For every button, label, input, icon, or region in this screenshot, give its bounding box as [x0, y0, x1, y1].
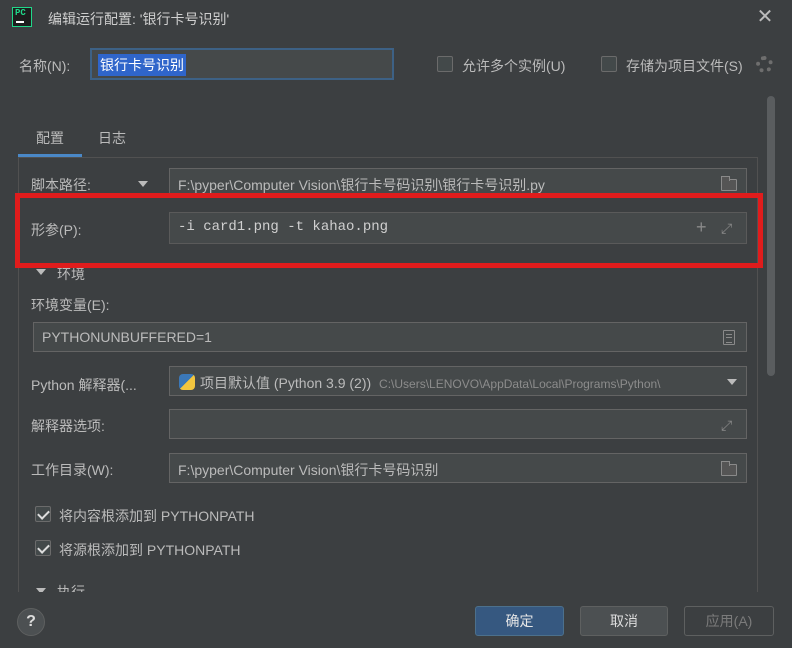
allow-parallel-checkbox[interactable] — [437, 56, 453, 72]
window-title: 编辑运行配置: '银行卡号识别' — [48, 11, 230, 27]
exec-section-label[interactable]: 执行 — [57, 582, 85, 592]
close-icon[interactable]: ✕ — [754, 6, 776, 28]
env-collapse-icon[interactable] — [36, 269, 46, 275]
interpreter-dropdown-icon[interactable] — [727, 379, 737, 385]
script-path-value: F:\pyper\Computer Vision\银行卡号码识别\银行卡号识别.… — [178, 177, 545, 193]
active-tab-indicator — [18, 154, 82, 157]
interpreter-options-expand-icon[interactable]: ⤢ — [721, 418, 735, 432]
store-as-file-checkbox[interactable] — [601, 56, 617, 72]
scrollbar-thumb[interactable] — [767, 96, 775, 376]
name-input[interactable]: 银行卡号识别 — [90, 48, 394, 80]
working-dir-label: 工作目录(W): — [31, 462, 114, 478]
add-content-roots-checkbox[interactable] — [35, 506, 51, 522]
add-source-roots-checkbox[interactable] — [35, 540, 51, 556]
ok-button[interactable]: 确定 — [475, 606, 564, 636]
pycharm-logo-icon: PC — [12, 7, 32, 27]
script-type-dropdown-icon[interactable] — [138, 181, 148, 187]
help-button[interactable]: ? — [17, 608, 45, 636]
tab-config[interactable]: 配置 — [36, 128, 64, 148]
store-as-file-label[interactable]: 存储为项目文件(S) — [626, 56, 743, 76]
add-content-roots-label[interactable]: 将内容根添加到 PYTHONPATH — [59, 506, 255, 526]
interpreter-options-field[interactable] — [169, 409, 747, 439]
name-input-value: 银行卡号识别 — [98, 54, 186, 76]
add-source-roots-label[interactable]: 将源根添加到 PYTHONPATH — [59, 540, 241, 560]
env-vars-value: PYTHONUNBUFFERED=1 — [42, 329, 212, 345]
apply-button[interactable]: 应用(A) — [684, 606, 774, 636]
exec-collapse-icon[interactable] — [36, 588, 46, 592]
env-vars-field[interactable]: PYTHONUNBUFFERED=1 — [33, 322, 747, 352]
script-path-label: 脚本路径: — [31, 177, 91, 193]
browse-folder-icon[interactable] — [721, 176, 737, 191]
working-dir-value: F:\pyper\Computer Vision\银行卡号码识别 — [178, 462, 439, 478]
cancel-button[interactable]: 取消 — [580, 606, 668, 636]
interpreter-options-label: 解释器选项: — [31, 418, 105, 434]
interpreter-label: Python 解释器(... — [31, 377, 137, 393]
working-dir-folder-icon[interactable] — [721, 461, 737, 476]
gear-icon[interactable] — [756, 56, 773, 73]
working-dir-field[interactable]: F:\pyper\Computer Vision\银行卡号码识别 — [169, 453, 747, 483]
tab-logs[interactable]: 日志 — [98, 128, 126, 148]
edit-env-vars-icon[interactable] — [723, 330, 735, 345]
python-icon — [179, 374, 195, 390]
name-label: 名称(N): — [19, 58, 71, 74]
interpreter-value: 项目默认值 (Python 3.9 (2)) — [200, 375, 372, 391]
allow-parallel-label[interactable]: 允许多个实例(U) — [462, 56, 565, 76]
env-vars-label: 环境变量(E): — [31, 297, 110, 313]
interpreter-path: C:\Users\LENOVO\AppData\Local\Programs\P… — [379, 377, 661, 391]
highlight-annotation-box — [15, 193, 763, 268]
interpreter-select[interactable]: 项目默认值 (Python 3.9 (2)) C:\Users\LENOVO\A… — [169, 366, 747, 396]
